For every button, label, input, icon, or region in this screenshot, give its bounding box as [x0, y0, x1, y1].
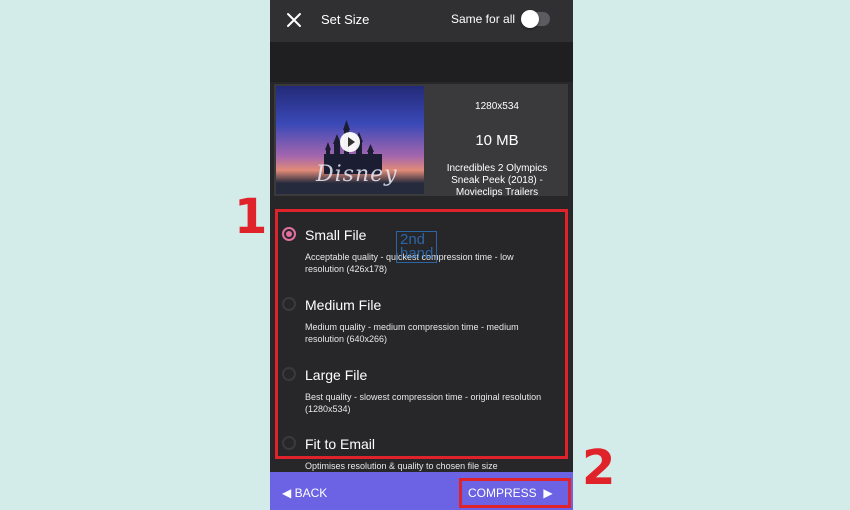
option-label: Fit to Email: [305, 436, 376, 452]
back-arrow-icon: ◀: [282, 486, 295, 500]
option-description: Best quality - slowest compression time …: [305, 392, 542, 414]
page-title: Set Size: [321, 12, 370, 27]
same-for-all-toggle[interactable]: [521, 10, 550, 28]
size-options: Small File Acceptable quality - quickest…: [276, 210, 568, 471]
thumbnail-logo: Disney: [316, 162, 398, 187]
close-icon[interactable]: [285, 11, 303, 29]
top-bar: Set Size Same for all: [270, 0, 573, 42]
option-label: Large File: [305, 367, 368, 383]
media-card: Disney 1280x534 10 MB Incredibles 2 Olym…: [274, 84, 568, 198]
option-label: Medium File: [305, 297, 382, 313]
radio-fit-to-email[interactable]: [282, 436, 296, 450]
video-title: Incredibles 2 Olympics Sneak Peek (2018)…: [446, 163, 548, 198]
watermark-line1: 2nd: [400, 231, 426, 248]
forward-arrow-icon: ▶: [536, 486, 553, 500]
compress-button[interactable]: COMPRESS ▶: [468, 486, 553, 500]
video-thumbnail[interactable]: Disney: [276, 86, 424, 194]
video-file-size: 10 MB: [475, 132, 519, 149]
callout-1: 1: [234, 189, 268, 245]
play-icon[interactable]: [340, 132, 360, 152]
same-for-all-label: Same for all: [451, 12, 516, 26]
video-resolution: 1280x534: [475, 101, 519, 112]
header-spacer: [270, 42, 573, 82]
option-description: Acceptable quality - quickest compressio…: [305, 252, 514, 274]
back-label: BACK: [294, 486, 328, 500]
radio-small-file[interactable]: [282, 227, 296, 241]
phone-screen: Set Size Same for all Disney 1280x534 10…: [270, 0, 573, 510]
media-info: 1280x534 10 MB Incredibles 2 Olympics Sn…: [426, 84, 568, 198]
radio-large-file[interactable]: [282, 367, 296, 381]
compress-label: COMPRESS: [468, 486, 537, 500]
toggle-knob: [521, 10, 539, 28]
bottom-bar: ◀ BACK COMPRESS ▶: [270, 472, 573, 510]
callout-2: 2: [582, 440, 616, 496]
option-description: Medium quality - medium compression time…: [305, 322, 519, 344]
option-description: Optimises resolution & quality to chosen…: [305, 461, 498, 471]
option-label: Small File: [305, 227, 367, 243]
radio-medium-file[interactable]: [282, 297, 296, 311]
back-button[interactable]: ◀ BACK: [282, 486, 327, 500]
